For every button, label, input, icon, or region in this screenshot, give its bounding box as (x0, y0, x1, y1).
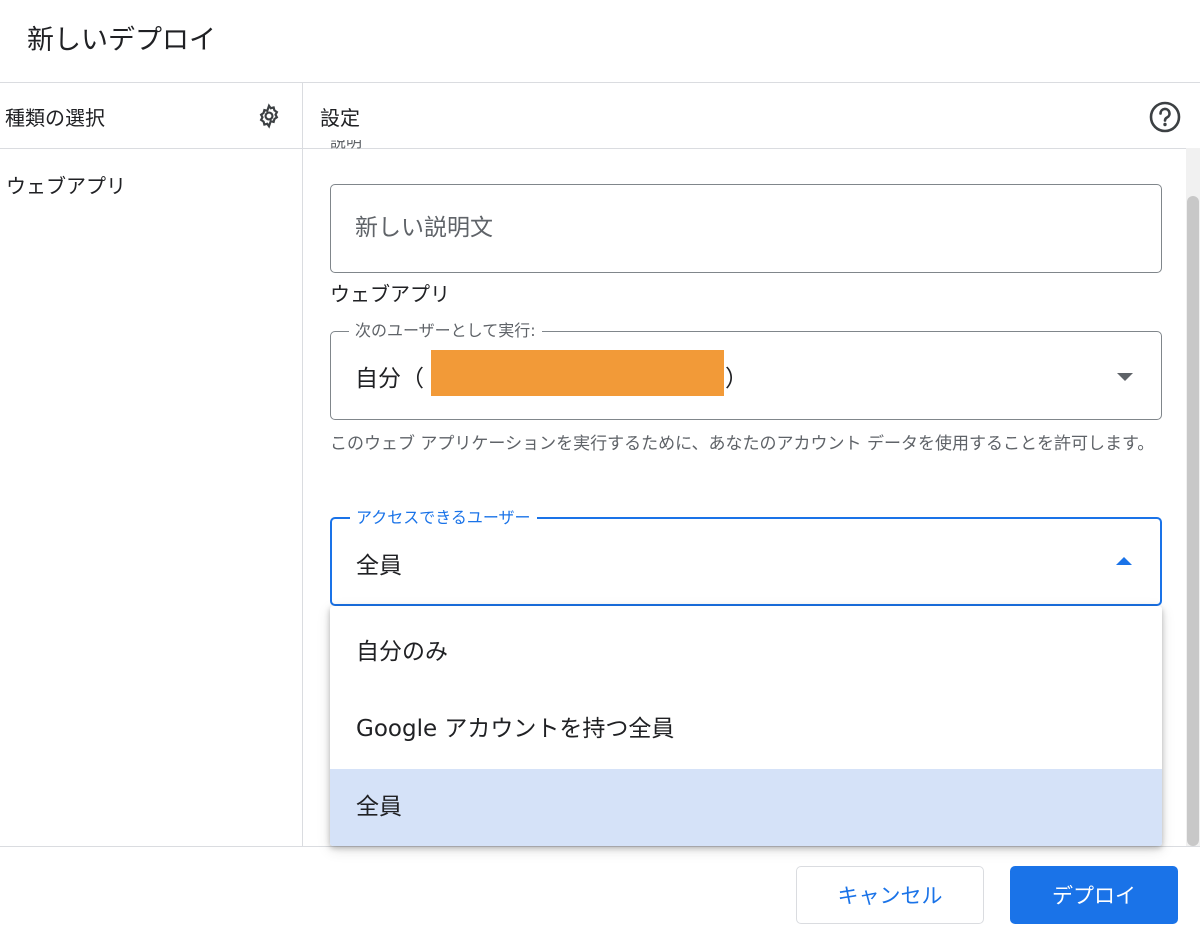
description-input[interactable] (355, 211, 1135, 245)
execute-as-value: 自分（ (355, 366, 424, 392)
deploy-button[interactable]: デプロイ (1010, 866, 1178, 924)
redacted-email (431, 350, 724, 396)
settings-header: 設定 (320, 106, 360, 130)
cancel-button[interactable]: キャンセル (796, 866, 984, 924)
webapp-section-label: ウェブアプリ (330, 282, 450, 306)
access-option-only-me[interactable]: 自分のみ (330, 614, 1162, 691)
chevron-down-icon (1117, 373, 1133, 381)
divider (0, 846, 1200, 847)
dialog-title: 新しいデプロイ (27, 25, 216, 56)
execute-as-value-suffix: ） (725, 366, 748, 392)
access-label: アクセスできるユーザー (350, 508, 537, 528)
scrollbar-thumb[interactable] (1187, 196, 1199, 846)
execute-as-select[interactable]: 次のユーザーとして実行: 自分（ ） (330, 321, 1162, 420)
access-option-google-account[interactable]: Google アカウントを持つ全員 (330, 691, 1162, 768)
divider (302, 82, 303, 846)
description-label: 説明 (330, 140, 363, 151)
execute-as-helper-text: このウェブ アプリケーションを実行するために、あなたのアカウント データを使用す… (330, 434, 1155, 454)
access-dropdown-menu: 自分のみ Google アカウントを持つ全員 全員 (330, 606, 1162, 846)
type-select-header: 種類の選択 (5, 106, 105, 130)
help-circle-icon[interactable] (1148, 100, 1182, 134)
sidebar-item-webapp[interactable]: ウェブアプリ (6, 170, 126, 199)
access-select[interactable]: アクセスできるユーザー 全員 (330, 508, 1162, 606)
description-field[interactable] (330, 184, 1162, 273)
chevron-up-icon (1116, 557, 1132, 565)
access-option-anyone[interactable]: 全員 (330, 769, 1162, 846)
execute-as-label: 次のユーザーとして実行: (349, 321, 542, 341)
gear-icon[interactable] (256, 103, 282, 129)
divider (0, 148, 1200, 149)
divider (0, 82, 1200, 83)
access-value: 全員 (356, 553, 402, 579)
